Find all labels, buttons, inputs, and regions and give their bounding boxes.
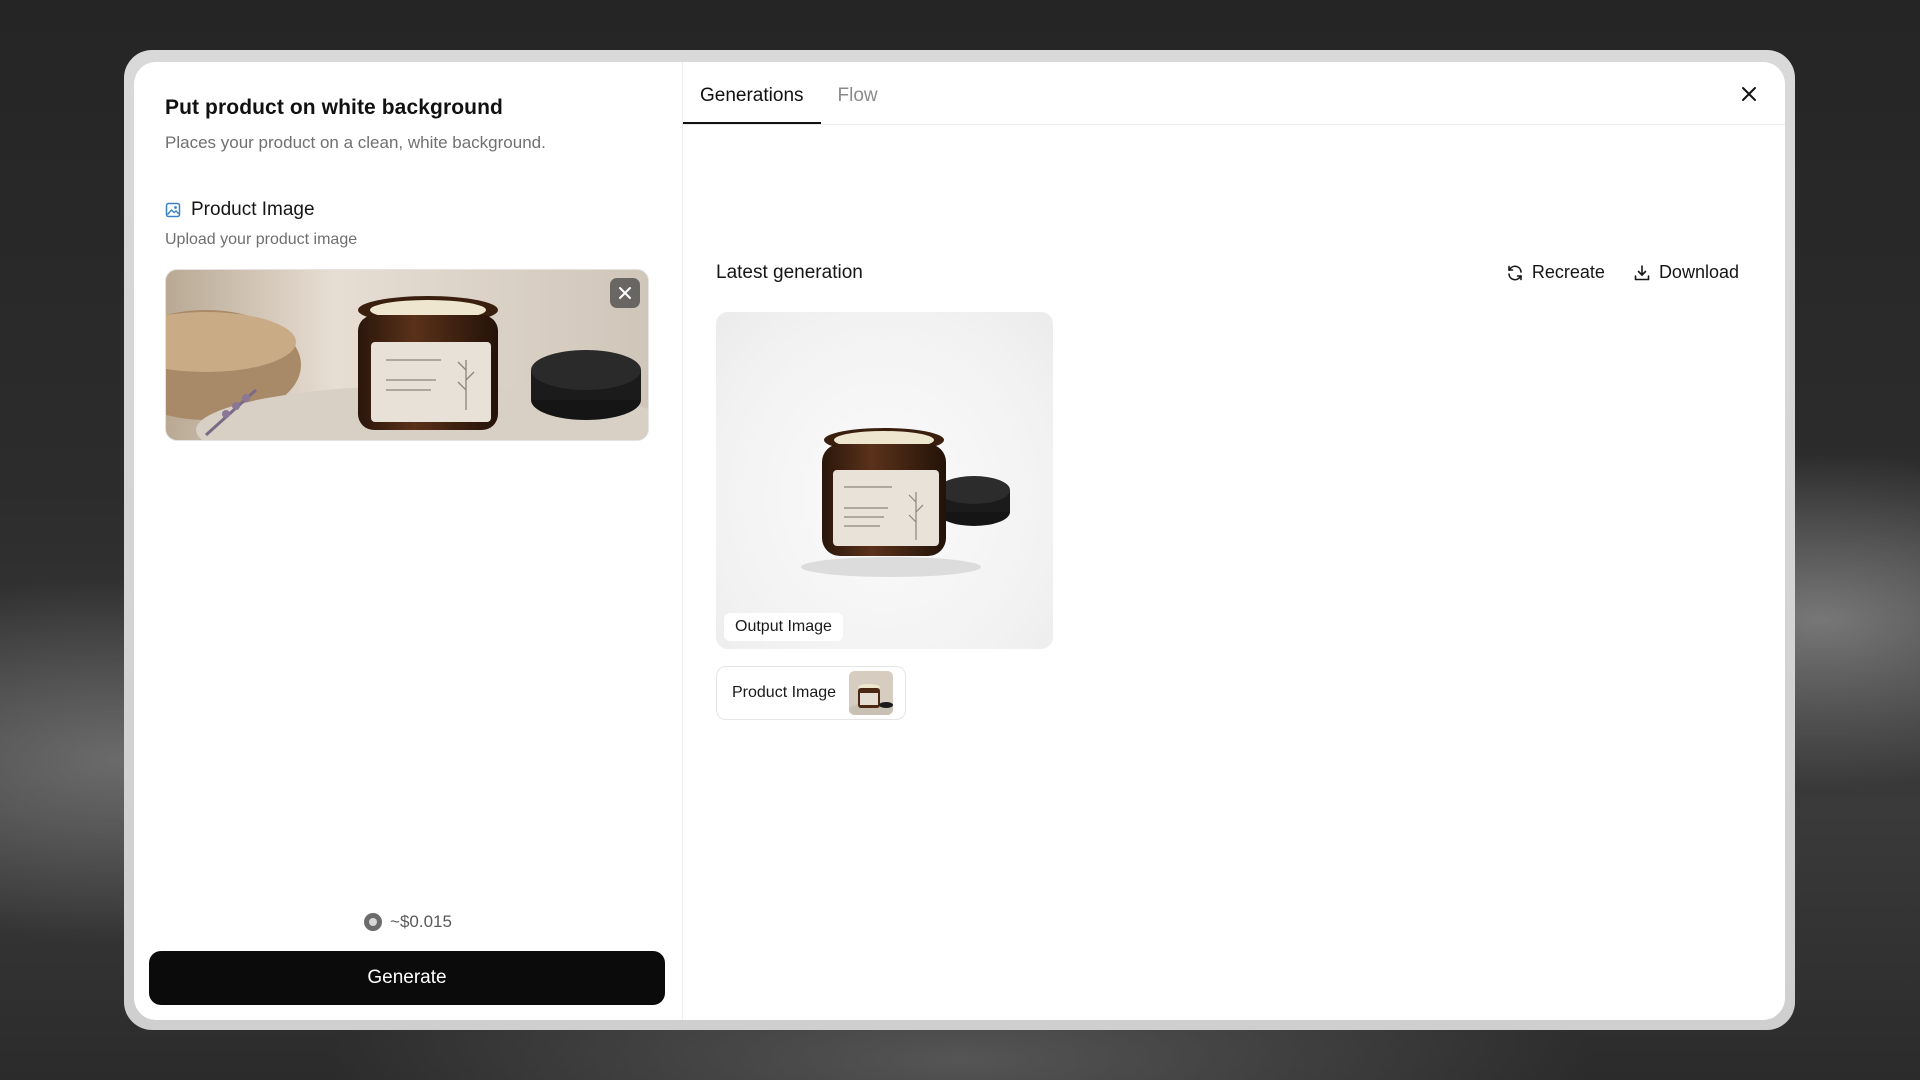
panel-subtitle: Places your product on a clean, white ba… (165, 133, 546, 152)
product-photo (166, 270, 648, 440)
field-header: Product Image (165, 199, 651, 221)
output-photo (801, 428, 1010, 577)
tab-flow[interactable]: Flow (821, 85, 895, 124)
input-chip-label: Product Image (732, 684, 837, 701)
dialog: Put product on white background Places y… (134, 62, 1785, 1020)
output-image-card[interactable]: Output Image (716, 312, 1053, 649)
download-icon (1633, 264, 1651, 282)
cost-estimate: ~$0.015 (134, 912, 682, 932)
image-icon (165, 202, 181, 218)
tab-bar: Generations Flow (683, 62, 1785, 125)
field-hint: Upload your product image (165, 231, 358, 248)
remove-image-button[interactable] (610, 278, 640, 308)
download-label: Download (1658, 262, 1739, 282)
right-panel: Generations Flow Latest generation Recre… (683, 62, 1785, 1020)
generate-button[interactable]: Generate (149, 951, 665, 1005)
credit-icon (364, 913, 383, 931)
recreate-button[interactable]: Recreate (1506, 262, 1605, 283)
output-image-tag: Output Image (724, 613, 843, 641)
refresh-icon (1506, 264, 1524, 282)
recreate-label: Recreate (1531, 262, 1605, 282)
left-panel: Put product on white background Places y… (134, 62, 683, 1020)
panel-title: Put product on white background (165, 96, 503, 119)
latest-generation-title: Latest generation (716, 262, 863, 283)
cost-text: ~$0.015 (390, 912, 452, 931)
download-button[interactable]: Download (1633, 262, 1739, 283)
generation-actions: Recreate Download (1506, 262, 1739, 283)
close-icon (618, 286, 632, 300)
field-label: Product Image (191, 199, 315, 220)
uploaded-product-image[interactable] (165, 269, 649, 441)
tab-generations[interactable]: Generations (683, 85, 821, 124)
close-dialog-button[interactable] (1735, 80, 1763, 108)
close-icon (1741, 86, 1757, 102)
input-product-image-chip[interactable]: Product Image (716, 666, 906, 720)
input-thumbnail (849, 671, 894, 715)
